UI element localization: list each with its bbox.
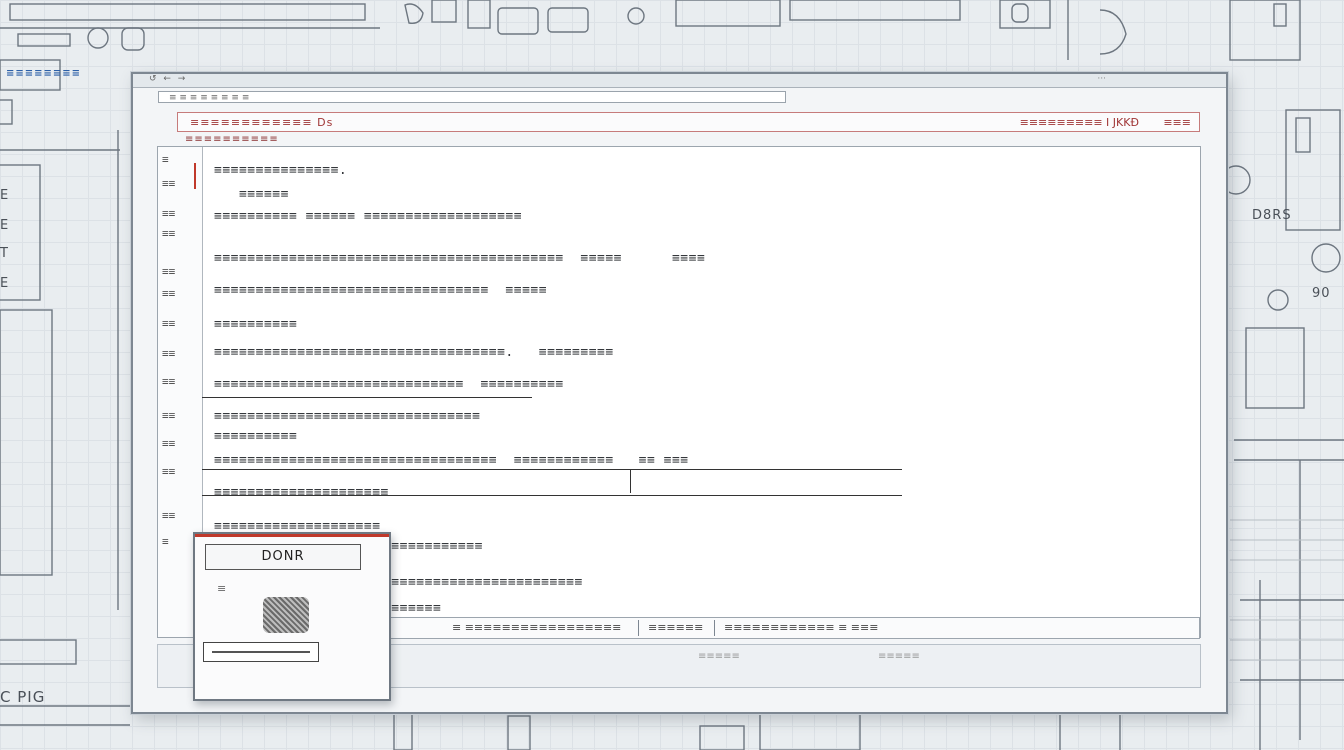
gutter-mark: ≡≡ bbox=[162, 227, 176, 240]
gutter-mark: ≡≡ bbox=[162, 465, 176, 478]
right-code-2: 90 bbox=[1312, 286, 1331, 301]
text-line: ≡≡≡≡≡≡≡≡≡≡≡≡≡≡≡≡≡≡≡≡≡≡≡≡≡≡≡≡≡≡≡≡≡≡≡≡≡≡≡≡… bbox=[214, 251, 706, 266]
text-line: ≡≡≡≡≡≡≡≡≡≡≡≡≡≡≡≡≡≡≡≡≡≡≡≡≡≡≡≡≡≡ ≡≡≡≡≡≡≡≡≡… bbox=[214, 377, 564, 392]
gutter-mark: ≡ bbox=[162, 535, 169, 548]
left-letter: T bbox=[0, 246, 9, 261]
status-segment: ≡≡≡≡≡≡ bbox=[648, 621, 704, 634]
pins-label: C PIG bbox=[0, 688, 46, 706]
gutter-mark: ≡≡ bbox=[162, 265, 176, 278]
text-line: ≡≡≡≡≡≡≡≡≡≡ bbox=[214, 429, 298, 444]
status-segment: ≡ ≡≡≡≡≡≡≡≡≡≡≡≡≡≡≡≡≡ bbox=[452, 621, 622, 634]
titlebar-menu[interactable]: ··· bbox=[1097, 74, 1106, 84]
done-button[interactable]: DONR bbox=[205, 544, 361, 570]
status-divider bbox=[638, 620, 639, 636]
left-letter: E bbox=[0, 276, 10, 291]
text-line: ≡≡≡≡≡≡≡≡≡≡≡≡≡≡≡≡≡≡≡≡≡≡≡≡≡≡≡≡≡≡≡≡ bbox=[214, 409, 481, 424]
header-far: ≡≡≡ bbox=[1163, 116, 1191, 129]
text-line: ≡≡≡≡≡≡≡≡≡≡≡≡≡≡≡. bbox=[214, 163, 348, 178]
guide-line bbox=[202, 397, 532, 398]
status-segment: ≡≡≡≡≡≡≡≡≡≡≡≡ ≡ ≡≡≡ bbox=[724, 621, 879, 634]
guide-line bbox=[202, 495, 902, 496]
gutter-mark: ≡≡ bbox=[162, 207, 176, 220]
popup-dialog: DONR ≡ bbox=[193, 532, 391, 701]
header-left: ≡≡≡≡≡≡≡≡≡≡≡≡ Ds bbox=[190, 116, 334, 129]
left-letter: E bbox=[0, 188, 10, 203]
text-line: ≡≡≡≡≡≡≡≡≡≡ ≡≡≡≡≡≡ ≡≡≡≡≡≡≡≡≡≡≡≡≡≡≡≡≡≡≡ bbox=[214, 209, 523, 224]
text-line: ≡≡≡≡≡≡≡≡≡≡ bbox=[214, 317, 298, 332]
text-line: ≡≡≡≡≡≡≡≡≡≡≡≡≡≡≡≡≡≡≡≡≡≡≡≡≡≡≡ bbox=[358, 575, 583, 590]
gutter-mark: ≡≡ bbox=[162, 437, 176, 450]
text-line: ≡≡≡≡≡≡≡≡≡≡≡≡≡≡≡≡≡≡≡≡≡≡≡≡≡≡≡≡≡≡≡≡≡ ≡≡≡≡≡ bbox=[214, 283, 548, 298]
footer-text: ≡≡≡≡≡ bbox=[698, 651, 740, 662]
dialog-scribble: ≡ bbox=[217, 582, 227, 595]
status-divider bbox=[714, 620, 715, 636]
nav-controls[interactable]: ↺ ← → bbox=[149, 74, 187, 84]
text-line: ≡≡≡≡≡≡≡≡≡≡≡≡≡≡≡≡≡≡≡≡≡ bbox=[214, 485, 389, 500]
resize-handle[interactable] bbox=[630, 469, 631, 493]
gutter-mark: ≡≡ bbox=[162, 317, 176, 330]
text-line: ≡≡≡≡≡≡≡≡≡≡≡≡≡≡≡≡≡≡≡≡≡≡≡≡≡≡≡≡≡≡≡≡≡≡≡. ≡≡≡… bbox=[214, 345, 614, 360]
right-code-1: D8RS bbox=[1252, 208, 1292, 223]
gutter-mark: ≡≡ bbox=[162, 409, 176, 422]
brand-tag: ≡≡≡≡≡≡≡≡ bbox=[6, 68, 82, 79]
dialog-input[interactable] bbox=[203, 642, 319, 662]
header-right: ≡≡≡≡≡≡≡≡≡ I JKKÐ bbox=[1019, 116, 1139, 129]
gutter-mark: ≡≡ bbox=[162, 375, 176, 388]
address-bar[interactable]: ≡ ≡ ≡ ≡ ≡ ≡ ≡ ≡ bbox=[158, 91, 786, 103]
dialog-accent bbox=[195, 534, 389, 537]
window-titlebar: ↺ ← → ··· bbox=[133, 74, 1226, 88]
error-marker bbox=[194, 163, 196, 189]
gutter-mark: ≡≡ bbox=[162, 287, 176, 300]
gutter-mark: ≡ bbox=[162, 153, 169, 166]
text-line: ≡≡≡≡≡≡ bbox=[214, 187, 289, 202]
document-header: ≡≡≡≡≡≡≡≡≡≡≡≡ Ds ≡≡≡≡≡≡≡≡≡ I JKKÐ ≡≡≡ bbox=[177, 112, 1200, 132]
gutter-mark: ≡≡ bbox=[162, 347, 176, 360]
gutter-mark: ≡≡ bbox=[162, 509, 176, 522]
guide-line bbox=[202, 469, 902, 470]
status-bar: ≡ ≡≡≡≡≡≡≡≡≡≡≡≡≡≡≡≡≡ ≡≡≡≡≡≡ ≡≡≡≡≡≡≡≡≡≡≡≡ … bbox=[383, 617, 1200, 639]
text-line: ≡≡≡≡≡≡≡≡≡≡≡≡≡≡≡≡≡≡≡≡≡≡≡≡≡≡≡≡≡≡≡≡≡≡ ≡≡≡≡≡… bbox=[214, 453, 689, 468]
left-letter: E bbox=[0, 218, 10, 233]
gutter-mark: ≡≡ bbox=[162, 177, 176, 190]
fingerprint-icon bbox=[263, 597, 309, 633]
footer-text: ≡≡≡≡≡ bbox=[878, 651, 920, 662]
sub-header: ≡≡≡≡≡≡≡≡≡≡ bbox=[185, 134, 279, 145]
